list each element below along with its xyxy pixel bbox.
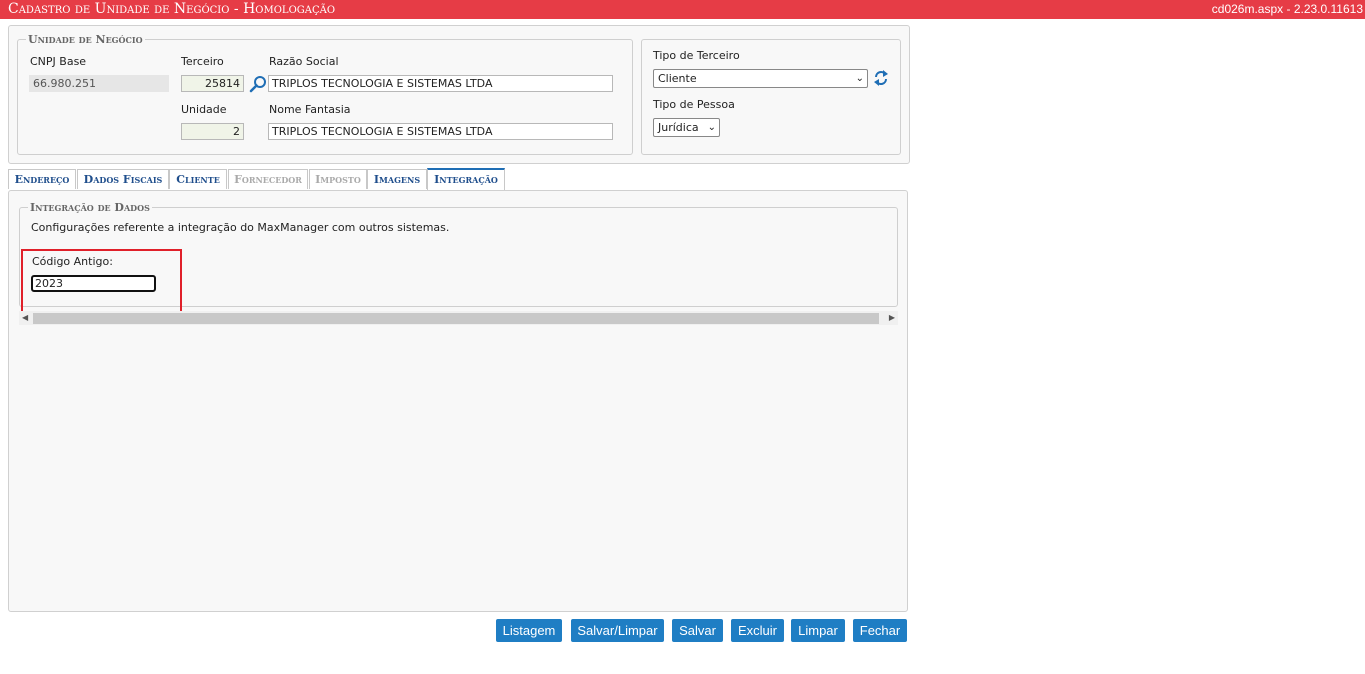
unidade-field[interactable]: 2 [181,123,244,140]
unidade-label: Unidade [181,103,227,116]
scrollbar-thumb[interactable] [33,313,879,324]
tab-endereco[interactable]: Endereço [8,169,76,189]
search-icon[interactable] [249,75,267,93]
tab-imposto: Imposto [309,169,367,189]
tipo-pessoa-value: Jurídica [658,121,699,134]
razao-social-field[interactable]: TRIPLOS TECNOLOGIA E SISTEMAS LTDA [268,75,613,92]
version-label: cd026m.aspx - 2.23.0.11613 [1211,2,1363,16]
refresh-icon[interactable] [873,69,889,87]
tab-imagens[interactable]: Imagens [367,169,427,189]
chevron-down-icon: ⌄ [707,122,716,133]
scroll-left-icon[interactable]: ◀ [22,311,28,325]
scroll-right-icon[interactable]: ▶ [889,311,895,325]
cnpj-base-field: 66.980.251 [29,75,169,92]
tab-integracao[interactable]: Integração [427,168,505,190]
listagem-button[interactable]: Listagem [496,619,562,642]
razao-social-label: Razão Social [269,55,339,68]
salvar-button[interactable]: Salvar [672,619,723,642]
tipo-pessoa-select[interactable]: Jurídica ⌄ [653,118,720,137]
tab-fornecedor: Fornecedor [228,169,308,189]
tab-cliente[interactable]: Cliente [169,169,227,189]
tipo-pessoa-label: Tipo de Pessoa [653,98,735,111]
tab-dados-fiscais[interactable]: Dados Fiscais [77,169,169,189]
horizontal-scrollbar[interactable]: ◀ ▶ [19,311,898,325]
highlight-box [21,249,182,319]
nome-fantasia-field[interactable]: TRIPLOS TECNOLOGIA E SISTEMAS LTDA [268,123,613,140]
tipo-terceiro-label: Tipo de Terceiro [653,49,740,62]
page-title: Cadastro de Unidade de Negócio - Homolog… [8,1,336,17]
integracao-legend: Integração de Dados [30,201,150,214]
excluir-button[interactable]: Excluir [731,619,784,642]
terceiro-field[interactable]: 25814 [181,75,244,92]
tipo-terceiro-value: Cliente [658,72,697,85]
unidade-negocio-legend: Unidade de Negócio [28,33,143,46]
cnpj-label: CNPJ Base [30,55,87,68]
tipo-terceiro-select[interactable]: Cliente ⌄ [653,69,868,88]
fechar-button[interactable]: Fechar [853,619,907,642]
integracao-description: Configurações referente a integração do … [31,221,450,234]
limpar-button[interactable]: Limpar [791,619,845,642]
title-bar: Cadastro de Unidade de Negócio - Homolog… [0,0,1365,19]
terceiro-label: Terceiro [181,55,224,68]
salvar-limpar-button[interactable]: Salvar/Limpar [571,619,664,642]
chevron-down-icon: ⌄ [855,73,864,84]
nome-fantasia-label: Nome Fantasia [269,103,351,116]
